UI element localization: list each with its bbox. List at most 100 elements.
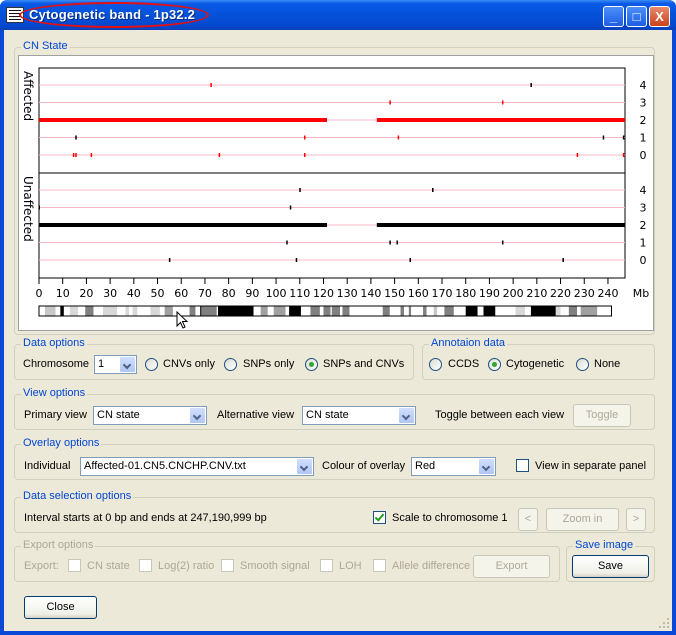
ideogram-band [433,306,438,316]
x-tick-label: 200 [503,287,524,300]
snps-and-cnvs-label[interactable]: SNPs and CNVs [323,358,404,370]
view-separate-panel-checkbox[interactable] [516,459,529,472]
title-bar[interactable]: Cytogenetic band - 1p32.2 _ □ X [0,0,676,30]
scale-to-chromosome-checkbox[interactable] [373,511,386,524]
x-unit-label: Mb [633,287,649,300]
export-allele-difference-checkbox[interactable] [373,559,386,572]
export-log2-ratio-checkbox[interactable] [139,559,152,572]
ideogram-band [55,306,61,316]
close-button[interactable]: Close [24,596,97,619]
snps-only-radio[interactable] [224,358,237,371]
data-options-legend: Data options [21,337,87,349]
ideogram-band [323,306,331,316]
next-button[interactable]: > [626,508,646,531]
ideogram-band [568,306,578,316]
minimize-button[interactable]: _ [603,6,624,27]
ideogram-band [60,306,64,316]
ideogram-band [423,306,427,316]
view-separate-panel-label[interactable]: View in separate panel [535,460,646,472]
chevron-down-icon[interactable] [399,408,414,423]
none-radio[interactable] [576,358,589,371]
export-log2-ratio-label[interactable]: Log(2) ratio [158,560,214,572]
toggle-label: Toggle between each view [435,409,565,421]
ideogram-band [453,306,466,316]
ideogram-band [216,306,218,316]
export-cn-state-label[interactable]: CN state [87,560,130,572]
primary-view-select[interactable]: CN state [93,406,207,425]
toggle-button[interactable]: Toggle [573,404,631,427]
export-label: Export: [24,560,59,572]
scale-to-chromosome-label[interactable]: Scale to chromosome 1 [392,512,508,524]
ideogram-band [200,306,202,316]
none-label[interactable]: None [594,358,620,370]
ccds-label[interactable]: CCDS [448,358,479,370]
cnvs-only-label[interactable]: CNVs only [163,358,215,370]
cn-point [389,240,391,245]
resize-grip-icon[interactable] [658,617,670,629]
ideogram-band [426,306,434,316]
ideogram-band [465,306,478,316]
x-tick-label: 130 [337,287,358,300]
x-tick-label: 230 [574,287,595,300]
y-tick-label: 3 [640,97,647,110]
maximize-button[interactable]: □ [626,6,647,27]
chevron-down-icon[interactable] [479,459,494,474]
chevron-down-icon[interactable] [120,357,135,372]
chevron-down-icon[interactable] [297,459,312,474]
ideogram-band [217,306,254,316]
chromosome-select[interactable]: 1 [94,355,137,374]
snps-and-cnvs-radio[interactable] [305,358,318,371]
x-tick-label: 0 [36,287,43,300]
chromosome-value: 1 [98,358,105,370]
cn-segment [39,223,328,227]
ideogram-band [580,306,598,316]
export-smooth-signal-checkbox[interactable] [221,559,234,572]
cn-state-chart[interactable]: 0 1 2 3 4 Affected 0 1 2 3 4 Unaffected 0 10 20 30 40 50 6… [19,56,653,330]
y-tick-label: 1 [640,237,647,250]
zoom-in-button[interactable]: Zoom in [546,508,619,531]
x-tick-label: 70 [198,287,212,300]
individual-label: Individual [24,460,71,472]
cn-point [409,258,412,262]
export-loh-label[interactable]: LOH [339,560,362,572]
ideogram-band [137,306,151,316]
export-cn-state-checkbox[interactable] [68,559,81,572]
colour-of-overlay-select[interactable]: Red [411,457,496,476]
save-button[interactable]: Save [572,555,649,578]
chevron-down-icon[interactable] [190,408,205,423]
export-loh-checkbox[interactable] [320,559,333,572]
snps-only-label[interactable]: SNPs only [243,358,294,370]
individual-select[interactable]: Affected-01.CN5.CNCHP.CNV.txt [80,457,314,476]
cn-point [576,153,579,157]
cytogenetic-radio[interactable] [488,358,501,371]
cn-point [622,153,625,157]
alternative-view-select[interactable]: CN state [302,406,416,425]
ideogram-band [483,306,496,316]
ideogram-band [85,306,94,316]
ccds-radio[interactable] [429,358,442,371]
ideogram-band [273,306,286,316]
ideogram-band [444,306,454,316]
x-tick-label: 100 [266,287,287,300]
export-smooth-signal-label[interactable]: Smooth signal [240,560,310,572]
cnvs-only-radio[interactable] [145,358,158,371]
export-button[interactable]: Export [473,555,550,578]
cn-state-plot-area[interactable]: 0 1 2 3 4 Affected 0 1 2 3 4 Unaffected 0 10 20 30 40 50 6… [18,55,654,331]
export-allele-difference-label[interactable]: Allele difference [392,560,470,572]
x-tick-label: 60 [174,287,188,300]
interval-text: Interval starts at 0 bp and ends at 247,… [24,512,267,524]
previous-button[interactable]: < [518,508,538,531]
panel-label-unaffected: Unaffected [21,176,35,242]
x-tick-label: 50 [151,287,165,300]
close-window-button[interactable]: X [649,6,670,27]
ideogram-band [400,306,405,316]
ideogram-band [319,306,324,316]
ideogram-band [267,306,274,316]
ideogram-band [389,306,401,316]
ideogram-band [597,306,612,316]
ideogram-band [195,306,201,316]
cytogenetic-label[interactable]: Cytogenetic [506,358,564,370]
ideogram-band [300,306,311,316]
x-tick-label: 20 [79,287,93,300]
y-tick-label: 4 [640,184,647,197]
